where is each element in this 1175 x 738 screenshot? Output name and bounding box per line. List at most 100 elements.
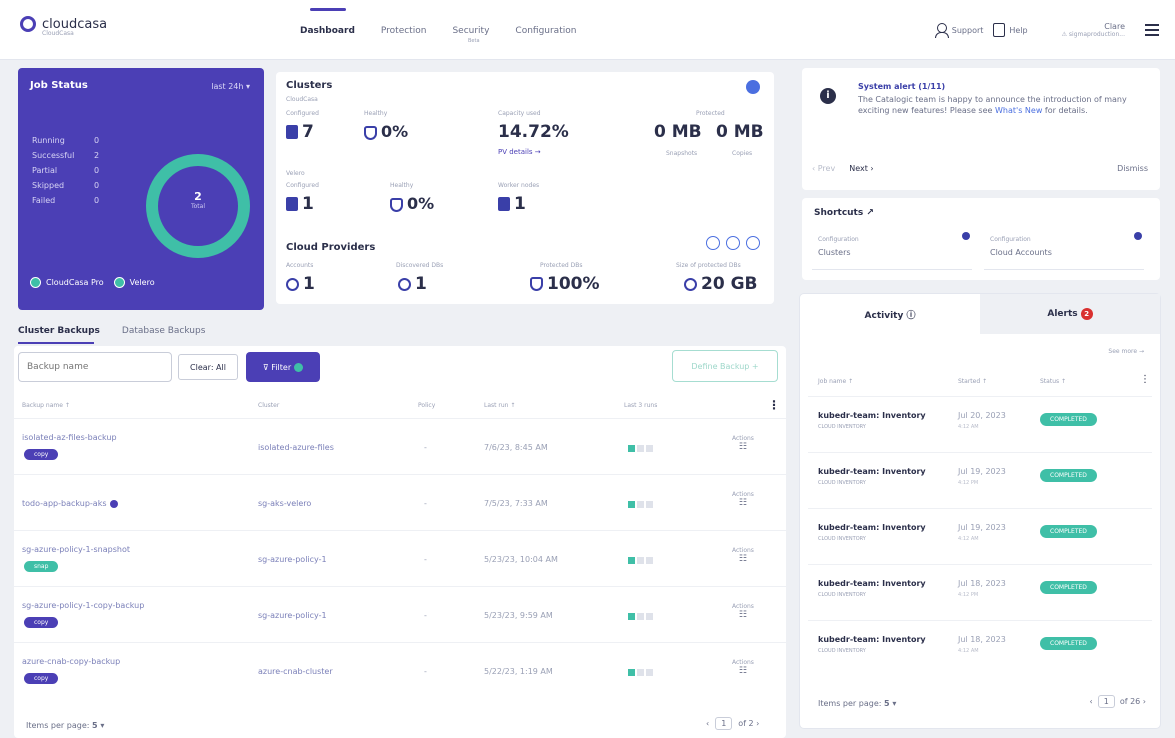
items-per-page-select[interactable]: 5 ▾	[92, 721, 104, 730]
backup-name[interactable]: azure-cnab-copy-backup	[22, 657, 120, 666]
cluster-name[interactable]: isolated-azure-files	[258, 443, 334, 452]
cluster-name[interactable]: sg-azure-policy-1	[258, 611, 327, 620]
support-button[interactable]: Support	[934, 23, 983, 38]
filter-count-badge	[294, 362, 304, 372]
settings-gear-icon[interactable]	[746, 80, 760, 94]
page-input[interactable]: 1	[1097, 695, 1115, 708]
actions-button[interactable]: Actions ☷	[732, 547, 754, 564]
job-range-select[interactable]: last 24h ▾	[211, 82, 250, 91]
actions-button[interactable]: Actions ☷	[732, 603, 754, 620]
actions-button[interactable]: Actions ☷	[732, 435, 754, 452]
activity-row[interactable]: kubedr-team: Inventory CLOUD INVENTORY J…	[808, 620, 1152, 676]
col-status[interactable]: Status ↑	[1040, 378, 1066, 385]
last-3-runs	[628, 445, 653, 452]
col-last-run[interactable]: Last run ↑	[484, 402, 515, 409]
table-row[interactable]: sg-azure-policy-1-snapshot snap sg-azure…	[14, 530, 786, 586]
table-row[interactable]: azure-cnab-copy-backup copy azure-cnab-c…	[14, 642, 786, 698]
define-backup-button[interactable]: Define Backup +	[672, 350, 778, 382]
activity-row[interactable]: kubedr-team: Inventory CLOUD INVENTORY J…	[808, 508, 1152, 564]
col-job-name[interactable]: Job name ↑	[818, 378, 853, 385]
tab-active-indicator	[18, 342, 94, 344]
pv-details-link[interactable]: PV details →	[498, 148, 541, 156]
page-count[interactable]: of 2 ›	[738, 719, 759, 728]
shortcuts-title[interactable]: Shortcuts ↗	[814, 208, 874, 218]
activity-row[interactable]: kubedr-team: Inventory CLOUD INVENTORY J…	[808, 452, 1152, 508]
logo[interactable]: cloudcasa CloudCasa	[20, 16, 107, 37]
col-cluster[interactable]: Cluster	[258, 402, 279, 409]
cluster-name[interactable]: sg-azure-policy-1	[258, 555, 327, 564]
run-status	[646, 501, 653, 508]
tab-security[interactable]: Security	[452, 26, 489, 36]
filter-button[interactable]: ⊽ Filter	[246, 352, 320, 382]
see-more-link[interactable]: See more →	[1108, 348, 1144, 355]
table-row[interactable]: todo-app-backup-aks sg-aks-velero - 7/5/…	[14, 474, 786, 530]
provider-icons	[706, 236, 760, 250]
column-menu-icon[interactable]: ⋮	[768, 398, 780, 412]
backup-name-search-input[interactable]	[18, 352, 172, 382]
shortcut-value: Clusters	[818, 248, 851, 257]
job-time: 4:12 PM	[958, 480, 979, 486]
actions-button[interactable]: Actions ☷	[732, 491, 754, 508]
table-row[interactable]: sg-azure-policy-1-copy-backup copy sg-az…	[14, 586, 786, 642]
shortcut-cloud-accounts[interactable]: Configuration Cloud Accounts	[984, 230, 1144, 270]
table-row[interactable]: isolated-az-files-backup copy isolated-a…	[14, 418, 786, 474]
items-per-page[interactable]: Items per page: 5 ▾	[26, 721, 104, 730]
filter-velero-checkbox[interactable]: Velero	[113, 277, 155, 288]
actions-grid-icon: ☷	[738, 498, 747, 508]
page-input[interactable]: 1	[715, 717, 733, 730]
prev-page-icon[interactable]: ‹	[1090, 697, 1093, 706]
job-type: CLOUD INVENTORY	[818, 424, 866, 430]
top-bar: cloudcasa CloudCasa Dashboard Protection…	[0, 0, 1175, 60]
tab-database-backups[interactable]: Database Backups	[122, 326, 205, 336]
aws-icon[interactable]	[726, 236, 740, 250]
backup-name[interactable]: sg-azure-policy-1-snapshot	[22, 545, 130, 554]
prev-page-icon[interactable]: ‹	[706, 719, 709, 728]
user-org: ⚠ sigmaproduction...	[1061, 31, 1125, 38]
alert-next-button[interactable]: Next ›	[849, 164, 873, 173]
activity-items-per-page[interactable]: Items per page: 5 ▾	[818, 699, 896, 708]
protected-dbs-value: 100%	[530, 274, 600, 294]
backup-name[interactable]: sg-azure-policy-1-copy-backup	[22, 601, 144, 610]
cluster-name[interactable]: sg-aks-velero	[258, 499, 311, 508]
cluster-name[interactable]: azure-cnab-cluster	[258, 667, 333, 676]
google-icon[interactable]	[706, 236, 720, 250]
actions-button[interactable]: Actions ☷	[732, 659, 754, 676]
hamburger-menu-icon[interactable]	[1145, 24, 1159, 36]
policy: -	[424, 611, 427, 620]
filter-cloudcasa-pro-checkbox[interactable]: CloudCasa Pro	[30, 277, 104, 288]
col-started[interactable]: Started ↑	[958, 378, 987, 385]
backup-pager: ‹ 1 of 2 ›	[706, 717, 759, 730]
backup-name[interactable]: todo-app-backup-aks	[22, 499, 118, 508]
items-per-page-select[interactable]: 5 ▾	[884, 699, 896, 708]
job-time: 4:12 AM	[958, 424, 979, 430]
activity-column-menu-icon[interactable]: ⋮	[1140, 374, 1150, 385]
policy: -	[424, 555, 427, 564]
job-name: kubedr-team: Inventory	[818, 635, 926, 644]
backup-tag: copy	[24, 673, 59, 684]
help-button[interactable]: Help	[993, 23, 1028, 37]
col-backup-name[interactable]: Backup name ↑	[22, 402, 70, 409]
user-menu[interactable]: Clare ⚠ sigmaproduction...	[1062, 22, 1125, 38]
job-donut-chart: 2 Total	[146, 154, 250, 258]
alert-prev-button[interactable]: ‹ Prev	[812, 164, 835, 173]
alert-text: The Catalogic team is happy to announce …	[858, 94, 1148, 116]
activity-row[interactable]: kubedr-team: Inventory CLOUD INVENTORY J…	[808, 564, 1152, 620]
page-count[interactable]: of 26 ›	[1120, 697, 1146, 706]
shortcut-clusters[interactable]: Configuration Clusters	[812, 230, 972, 270]
backup-name[interactable]: isolated-az-files-backup	[22, 433, 117, 442]
check-icon	[113, 277, 125, 288]
tab-cluster-backups[interactable]: Cluster Backups	[18, 326, 100, 336]
clear-all-button[interactable]: Clear: All	[178, 354, 238, 380]
whats-new-link[interactable]: What's New	[995, 106, 1042, 115]
tab-configuration[interactable]: Configuration	[515, 26, 576, 36]
run-status	[646, 557, 653, 564]
tab-protection[interactable]: Protection	[381, 26, 427, 36]
alert-dismiss-button[interactable]: Dismiss	[1117, 164, 1148, 173]
tab-alerts[interactable]: Alerts 2	[980, 294, 1160, 334]
job-row-skipped: Skipped 0	[32, 181, 99, 196]
azure-icon[interactable]	[746, 236, 760, 250]
tab-activity[interactable]: Activity ⓘ	[800, 294, 980, 334]
activity-row[interactable]: kubedr-team: Inventory CLOUD INVENTORY J…	[808, 396, 1152, 452]
col-policy[interactable]: Policy	[418, 402, 435, 409]
tab-dashboard[interactable]: Dashboard	[300, 26, 355, 36]
